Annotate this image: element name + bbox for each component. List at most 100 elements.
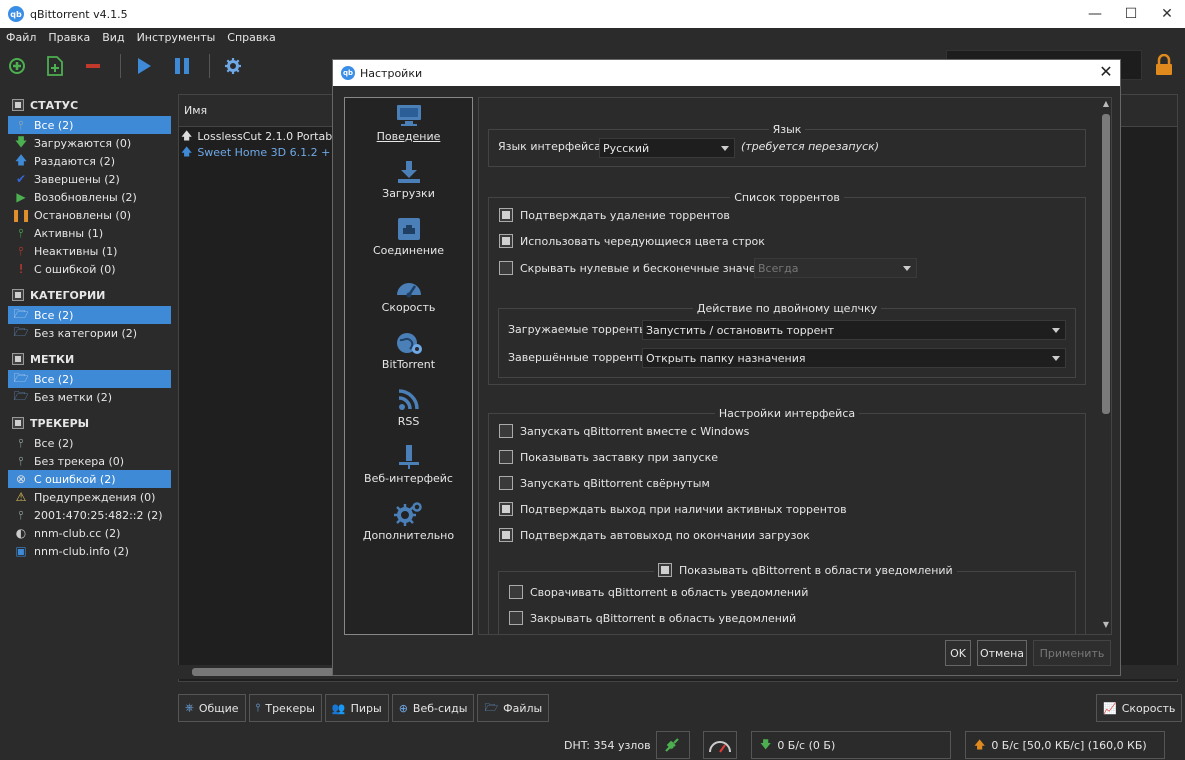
interface-language-dropdown[interactable]: Русский bbox=[599, 138, 735, 158]
lock-icon[interactable] bbox=[1154, 53, 1174, 76]
scrollbar-thumb[interactable] bbox=[192, 668, 352, 676]
tracker-filter-warning[interactable]: ⚠ Предупреждения (0) bbox=[8, 488, 174, 506]
minimize-to-tray-checkbox[interactable]: Сворачивать qBittorrent в область уведом… bbox=[509, 585, 808, 599]
scroll-up-arrow-icon[interactable]: ▲ bbox=[1101, 99, 1111, 108]
connection-status-icon[interactable] bbox=[656, 731, 690, 759]
confirm-delete-checkbox[interactable]: Подтверждать удаление торрентов bbox=[499, 208, 730, 222]
tracker-filter-ipv6[interactable]: ⫯ 2001:470:25:482::2 (2) bbox=[8, 506, 174, 524]
tracker-filter-nnm-club-info[interactable]: ▣ nnm-club.info (2) bbox=[8, 542, 174, 560]
toolbar-separator bbox=[209, 54, 210, 78]
tab-files[interactable]: 🗁 Файлы bbox=[477, 694, 550, 722]
category-speed[interactable]: Скорость bbox=[345, 273, 472, 314]
status-filter-all[interactable]: ⫯ Все (2) bbox=[8, 116, 171, 134]
alternate-row-colors-checkbox[interactable]: Использовать чередующиеся цвета строк bbox=[499, 234, 765, 248]
cancel-button[interactable]: Отмена bbox=[977, 640, 1027, 666]
category-filter-uncategorized[interactable]: 🗁 Без категории (2) bbox=[8, 324, 174, 342]
settings-vertical-scrollbar[interactable]: ▲ ▼ bbox=[1100, 98, 1111, 634]
tab-speed[interactable]: 📈 Скорость bbox=[1096, 694, 1183, 722]
tab-web-seeds[interactable]: ⊕ Веб-сиды bbox=[391, 694, 475, 722]
category-advanced[interactable]: Дополнительно bbox=[345, 501, 472, 542]
tab-trackers[interactable]: ⫯ Трекеры bbox=[248, 694, 322, 722]
menu-edit[interactable]: Правка bbox=[42, 31, 96, 44]
tag-filter-label: Без метки (2) bbox=[34, 390, 113, 404]
download-speed-status[interactable]: 🡇 0 Б/с (0 Б) bbox=[751, 731, 951, 759]
hide-zero-values-checkbox[interactable]: Скрывать нулевые и бесконечные значения bbox=[499, 261, 777, 275]
checkbox-label: Подтверждать выход при наличии активных … bbox=[520, 502, 847, 516]
tracker-filter-label: Предупреждения (0) bbox=[34, 490, 156, 504]
torrent-row[interactable]: 🡅 Sweet Home 3D 6.1.2 + Po bbox=[181, 144, 347, 160]
close-button[interactable]: ✕ bbox=[1149, 0, 1185, 28]
status-filter-resumed[interactable]: ▶ Возобновлены (2) bbox=[8, 188, 174, 206]
checkbox-label: Показывать заставку при запуске bbox=[520, 450, 719, 464]
close-to-tray-checkbox[interactable]: Закрывать qBittorrent в область уведомле… bbox=[509, 611, 796, 625]
menu-view[interactable]: Вид bbox=[96, 31, 130, 44]
dialog-close-button[interactable]: ✕ bbox=[1098, 64, 1114, 80]
status-filter-downloading[interactable]: 🡇 Загружаются (0) bbox=[8, 134, 174, 152]
category-rss[interactable]: RSS bbox=[345, 387, 472, 428]
category-bittorrent[interactable]: BitTorrent bbox=[345, 330, 472, 371]
category-filter-all[interactable]: 🗁 Все (2) bbox=[8, 306, 171, 324]
status-filter-inactive[interactable]: ⫯ Неактивны (1) bbox=[8, 242, 174, 260]
confirm-exit-checkbox[interactable]: Подтверждать выход при наличии активных … bbox=[499, 502, 847, 516]
trackers-section-checkbox[interactable] bbox=[12, 417, 24, 429]
general-icon: ⎈ bbox=[185, 701, 194, 714]
completed-torrents-action-dropdown[interactable]: Открыть папку назначения bbox=[642, 348, 1066, 368]
tag-filter-all[interactable]: 🗁 Все (2) bbox=[8, 370, 171, 388]
qbittorrent-app-icon: qb bbox=[8, 6, 24, 22]
menu-file[interactable]: Файл bbox=[0, 31, 42, 44]
menu-help[interactable]: Справка bbox=[221, 31, 281, 44]
tag-filter-untagged[interactable]: 🗁 Без метки (2) bbox=[8, 388, 174, 406]
folder-icon: 🗁 bbox=[484, 700, 499, 714]
resume-icon[interactable] bbox=[133, 55, 155, 77]
scroll-down-arrow-icon[interactable]: ▼ bbox=[1101, 620, 1111, 629]
ok-button[interactable]: OK bbox=[945, 640, 971, 666]
categories-section-header[interactable]: КАТЕГОРИИ bbox=[8, 284, 174, 306]
status-filter-seeding[interactable]: 🡅 Раздаются (2) bbox=[8, 152, 174, 170]
pause-icon[interactable] bbox=[171, 55, 193, 77]
categories-section-checkbox[interactable] bbox=[12, 289, 24, 301]
remove-torrent-icon[interactable] bbox=[82, 55, 104, 77]
apply-button[interactable]: Применить bbox=[1033, 640, 1111, 666]
category-web-ui[interactable]: Веб-интерфейс bbox=[345, 444, 472, 485]
options-gear-icon[interactable] bbox=[222, 55, 244, 77]
start-with-windows-checkbox[interactable]: Запускать qBittorrent вместе с Windows bbox=[499, 424, 749, 438]
tab-peers[interactable]: 👥 Пиры bbox=[324, 694, 389, 722]
downloading-torrents-action-dropdown[interactable]: Запустить / остановить торрент bbox=[642, 320, 1066, 340]
tracker-filter-error[interactable]: ⊗ С ошибкой (2) bbox=[8, 470, 171, 488]
start-minimized-checkbox[interactable]: Запускать qBittorrent свёрнутым bbox=[499, 476, 710, 490]
category-behavior[interactable]: Поведение bbox=[345, 102, 472, 143]
tracker-filter-all[interactable]: ⫯ Все (2) bbox=[8, 434, 174, 452]
status-section-checkbox[interactable] bbox=[12, 99, 24, 111]
status-filter-paused[interactable]: ❚❚ Остановлены (0) bbox=[8, 206, 174, 224]
tags-section-header[interactable]: МЕТКИ bbox=[8, 348, 174, 370]
confirm-autoexit-checkbox[interactable]: Подтверждать автовыход по окончании загр… bbox=[499, 528, 810, 542]
torrent-row[interactable]: 🡅 LosslessCut 2.1.0 Portable ( bbox=[181, 128, 350, 144]
status-filter-errored[interactable]: ! С ошибкой (0) bbox=[8, 260, 174, 278]
category-connection[interactable]: Соединение bbox=[345, 216, 472, 257]
tracker-filter-nnm-club-cc[interactable]: ◐ nnm-club.cc (2) bbox=[8, 524, 174, 542]
upload-speed-status[interactable]: 🡅 0 Б/с [50,0 КБ/с] (160,0 КБ) bbox=[965, 731, 1165, 759]
menu-tools[interactable]: Инструменты bbox=[131, 31, 222, 44]
add-torrent-link-icon[interactable] bbox=[6, 55, 28, 77]
filter-active-icon: ⫯ bbox=[18, 225, 24, 240]
menu-bar: Файл Правка Вид Инструменты Справка bbox=[0, 28, 1185, 46]
gears-icon bbox=[393, 502, 422, 526]
tracker-filter-trackerless[interactable]: ⫯ Без трекера (0) bbox=[8, 452, 174, 470]
maximize-button[interactable]: ☐ bbox=[1113, 0, 1149, 28]
trackers-section-header[interactable]: ТРЕКЕРЫ bbox=[8, 412, 174, 434]
tab-general[interactable]: ⎈ Общие bbox=[178, 694, 246, 722]
show-in-tray-checkbox[interactable]: Показывать qBittorrent в области уведомл… bbox=[654, 563, 957, 577]
show-splash-checkbox[interactable]: Показывать заставку при запуске bbox=[499, 450, 718, 464]
minimize-button[interactable]: — bbox=[1077, 0, 1113, 28]
trackers-section-title: ТРЕКЕРЫ bbox=[30, 416, 90, 430]
status-section-header[interactable]: СТАТУС bbox=[8, 94, 174, 116]
scrollbar-thumb[interactable] bbox=[1102, 114, 1110, 414]
tags-section-checkbox[interactable] bbox=[12, 353, 24, 365]
warning-icon: ⚠ bbox=[15, 490, 27, 504]
add-torrent-file-icon[interactable] bbox=[44, 55, 66, 77]
checkbox-box bbox=[499, 234, 513, 248]
speed-limits-toggle-icon[interactable] bbox=[703, 731, 737, 759]
category-downloads[interactable]: Загрузки bbox=[345, 159, 472, 200]
status-filter-active[interactable]: ⫯ Активны (1) bbox=[8, 224, 174, 242]
status-filter-completed[interactable]: ✔ Завершены (2) bbox=[8, 170, 174, 188]
